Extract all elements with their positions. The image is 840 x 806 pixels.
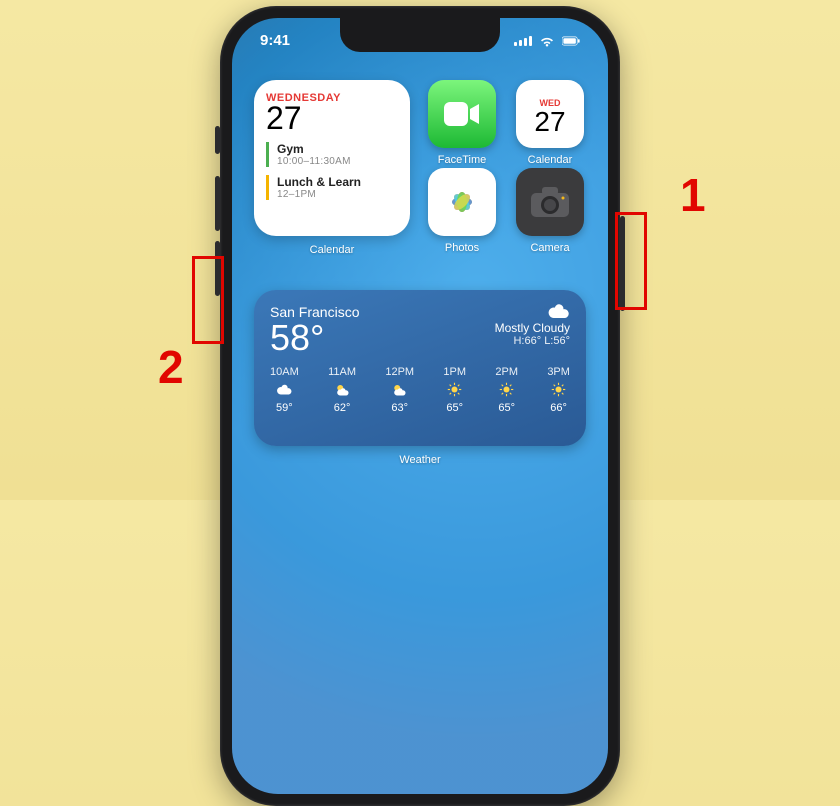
event-time: 12–1PM <box>277 189 398 200</box>
weather-high: H:66° <box>513 335 541 347</box>
calendar-event: Lunch & Learn 12–1PM <box>266 175 398 200</box>
weather-hour: 3PM66° <box>547 366 570 414</box>
facetime-icon <box>443 100 481 128</box>
weather-low: L:56° <box>544 335 570 347</box>
weather-hour: 1PM65° <box>443 366 466 414</box>
home-screen: WEDNESDAY 27 Gym 10:00–11:30AM Lunch & L… <box>254 80 586 466</box>
app-label: Camera <box>530 242 569 254</box>
weather-widget-label: Weather <box>254 454 586 466</box>
photos-icon <box>440 180 484 224</box>
calendar-app-daynum: 27 <box>534 108 565 136</box>
event-title: Gym <box>277 142 398 156</box>
app-label: Calendar <box>528 154 573 166</box>
mute-switch[interactable] <box>215 126 220 154</box>
weather-hour: 12PM63° <box>385 366 414 414</box>
weather-hour: 2PM65° <box>495 366 518 414</box>
calendar-widget-daynum: 27 <box>266 102 398 134</box>
callout-box-1 <box>615 212 647 310</box>
app-camera[interactable]: Camera <box>516 168 584 236</box>
weather-hourly: 10AM59° 11AM62° 12PM63° 1PM65° 2PM65° 3PM66° <box>270 366 570 414</box>
weather-hour: 10AM59° <box>270 366 299 414</box>
volume-up-button[interactable] <box>215 176 220 231</box>
wifi-icon <box>538 35 556 47</box>
app-label: Photos <box>445 242 479 254</box>
event-title: Lunch & Learn <box>277 175 398 189</box>
app-calendar[interactable]: WED 27 Calendar <box>516 80 584 148</box>
camera-icon <box>528 185 572 219</box>
weather-hour: 11AM62° <box>328 366 356 414</box>
callout-number-1: 1 <box>680 168 706 222</box>
callout-number-2: 2 <box>158 340 184 394</box>
app-facetime[interactable]: FaceTime <box>428 80 496 148</box>
status-time: 9:41 <box>260 32 290 49</box>
calendar-widget[interactable]: WEDNESDAY 27 Gym 10:00–11:30AM Lunch & L… <box>254 80 410 236</box>
notch <box>340 18 500 52</box>
calendar-widget-label: Calendar <box>254 244 410 256</box>
app-photos[interactable]: Photos <box>428 168 496 236</box>
calendar-event: Gym 10:00–11:30AM <box>266 142 398 167</box>
cellular-icon <box>514 36 532 46</box>
weather-widget[interactable]: San Francisco 58° Mostly Cloudy H:66° L:… <box>254 290 586 446</box>
weather-condition: Mostly Cloudy <box>495 321 570 335</box>
phone-frame: 9:41 WEDNESDAY 27 Gym 10:00–11:30AM <box>220 6 620 806</box>
cloud-icon <box>548 304 570 318</box>
battery-icon <box>562 35 580 47</box>
callout-box-2 <box>192 256 224 344</box>
weather-temp: 58° <box>270 320 359 356</box>
app-label: FaceTime <box>438 154 487 166</box>
event-time: 10:00–11:30AM <box>277 156 398 167</box>
phone-screen: 9:41 WEDNESDAY 27 Gym 10:00–11:30AM <box>232 18 608 794</box>
